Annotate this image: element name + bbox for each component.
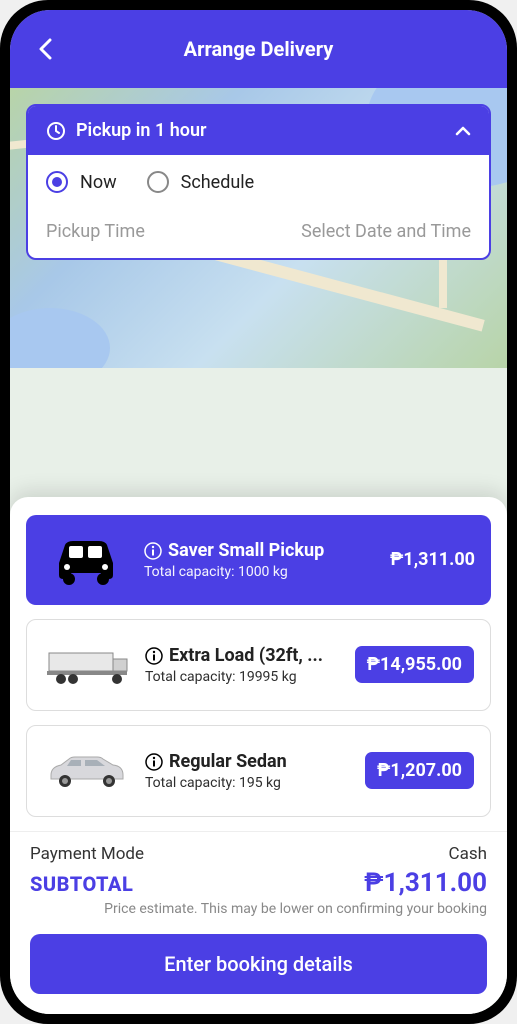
radio-icon xyxy=(46,171,68,193)
sedan-icon xyxy=(43,742,131,800)
subtotal-row: SUBTOTAL ₱1,311.00 xyxy=(30,868,487,898)
clock-icon xyxy=(46,121,66,141)
subtotal-label: SUBTOTAL xyxy=(30,872,133,896)
truck-icon xyxy=(43,636,131,694)
phone-frame: Arrange Delivery Pickup in 1 hour xyxy=(0,0,517,1024)
radio-option-schedule[interactable]: Schedule xyxy=(147,171,255,193)
payment-mode-label: Payment Mode xyxy=(30,844,144,864)
enter-booking-details-button[interactable]: Enter booking details xyxy=(30,934,487,994)
pickup-datetime-row[interactable]: Pickup Time Select Date and Time xyxy=(46,221,471,242)
price-note: Price estimate. This may be lower on con… xyxy=(30,900,487,918)
pickup-time-label: Pickup Time xyxy=(46,221,145,242)
datetime-placeholder: Select Date and Time xyxy=(301,221,471,242)
map-area[interactable]: Pickup in 1 hour Now xyxy=(10,88,507,368)
vehicle-option-saver-small-pickup[interactable]: Saver Small Pickup Total capacity: 1000 … xyxy=(26,515,491,605)
vehicle-capacity: Total capacity: 19995 kg xyxy=(145,669,341,685)
info-icon[interactable] xyxy=(145,753,163,771)
bottom-sheet: Saver Small Pickup Total capacity: 1000 … xyxy=(10,497,507,1014)
radio-label-schedule: Schedule xyxy=(181,172,255,193)
vehicle-capacity: Total capacity: 1000 kg xyxy=(144,564,376,580)
vehicle-price: ₱1,207.00 xyxy=(365,752,474,789)
vehicle-capacity: Total capacity: 195 kg xyxy=(145,775,351,791)
payment-mode-row[interactable]: Payment Mode Cash xyxy=(30,844,487,864)
info-icon[interactable] xyxy=(145,647,163,665)
back-button[interactable] xyxy=(30,34,60,64)
info-icon[interactable] xyxy=(144,542,162,560)
vehicle-price: ₱1,311.00 xyxy=(390,549,475,570)
chevron-up-icon xyxy=(455,126,471,136)
pickup-panel-body: Now Schedule Pickup Time Select Date and… xyxy=(28,155,489,258)
vehicle-option-extra-load[interactable]: Extra Load (32ft, ... Total capacity: 19… xyxy=(26,619,491,711)
vehicle-list: Saver Small Pickup Total capacity: 1000 … xyxy=(10,497,507,817)
vehicle-name: Saver Small Pickup xyxy=(168,540,324,562)
pickup-panel: Pickup in 1 hour Now xyxy=(26,104,491,260)
pickup-panel-header[interactable]: Pickup in 1 hour xyxy=(28,106,489,155)
radio-icon xyxy=(147,171,169,193)
vehicle-name: Regular Sedan xyxy=(169,751,287,773)
radio-label-now: Now xyxy=(80,172,117,193)
app-header: Arrange Delivery xyxy=(10,10,507,88)
radio-option-now[interactable]: Now xyxy=(46,171,117,193)
subtotal-value: ₱1,311.00 xyxy=(364,868,487,898)
vehicle-name: Extra Load (32ft, ... xyxy=(169,645,323,667)
booking-summary: Payment Mode Cash SUBTOTAL ₱1,311.00 Pri… xyxy=(10,831,507,918)
screen: Arrange Delivery Pickup in 1 hour xyxy=(10,10,507,1014)
vehicle-option-regular-sedan[interactable]: Regular Sedan Total capacity: 195 kg ₱1,… xyxy=(26,725,491,817)
pickup-header-text: Pickup in 1 hour xyxy=(76,120,206,141)
vehicle-price: ₱14,955.00 xyxy=(355,646,474,683)
chevron-left-icon xyxy=(38,38,52,60)
payment-mode-value: Cash xyxy=(449,844,487,864)
pickup-timing-radio-group: Now Schedule xyxy=(46,171,471,193)
car-icon xyxy=(42,531,130,589)
page-title: Arrange Delivery xyxy=(184,37,334,61)
